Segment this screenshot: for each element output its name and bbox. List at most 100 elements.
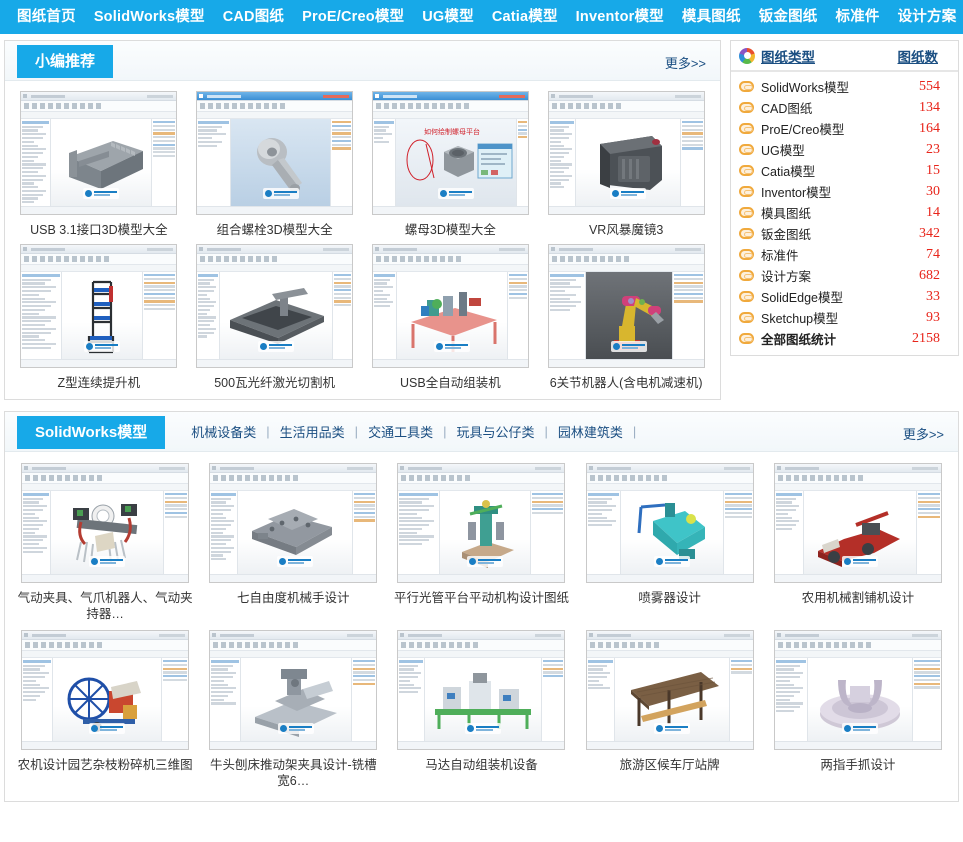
item-caption: 螺母3D模型大全 bbox=[404, 223, 496, 237]
drawing-types-list: SolidWorks模型 554 CAD图纸 134 ProE/Creo模型 1… bbox=[731, 72, 958, 355]
list-item[interactable]: USB 3.1接口3D模型大全 bbox=[11, 91, 187, 238]
nav-item-ug[interactable]: UG模型 bbox=[413, 0, 483, 34]
thumbnail-image[interactable] bbox=[196, 91, 354, 215]
thumbnail-image[interactable] bbox=[20, 91, 178, 215]
section-tag-solidworks[interactable]: SolidWorks模型 bbox=[17, 415, 166, 449]
nav-item-cad[interactable]: CAD图纸 bbox=[214, 0, 293, 34]
thumbnail-image[interactable] bbox=[585, 630, 754, 750]
sidebar-item-label: 全部图纸统计 bbox=[761, 333, 837, 347]
item-caption: 两指手抓设计 bbox=[820, 758, 896, 772]
list-item[interactable]: 两指手抓设计 bbox=[764, 630, 952, 789]
editor-recommend-panel: 小编推荐 更多>> USB 3.1接口3D模型大全 组合螺栓3D模型大全 如何绘… bbox=[4, 40, 721, 400]
thumbnail-image[interactable] bbox=[547, 91, 705, 215]
sidebar-item-sketchup[interactable]: Sketchup模型 93 bbox=[731, 307, 958, 328]
sidebar-item-inventor[interactable]: Inventor模型 30 bbox=[731, 181, 958, 202]
sidebar-item-catia[interactable]: Catia模型 15 bbox=[731, 160, 958, 181]
category-link-daily-goods[interactable]: 生活用品类 bbox=[270, 422, 355, 441]
watermark bbox=[842, 556, 879, 568]
sidebar-item-cad[interactable]: CAD图纸 134 bbox=[731, 97, 958, 118]
watermark bbox=[653, 723, 690, 735]
category-link-machinery[interactable]: 机械设备类 bbox=[181, 422, 266, 441]
thumbnail-image[interactable] bbox=[20, 244, 178, 368]
sidebar-item-mold[interactable]: 模具图纸 14 bbox=[731, 202, 958, 223]
drawing-types-title: 图纸类型 bbox=[761, 49, 815, 65]
sidebar-item-label: 标准件 bbox=[761, 249, 799, 263]
folder-icon bbox=[739, 81, 754, 92]
list-item[interactable]: VR风暴魔镜3 bbox=[538, 91, 714, 238]
watermark bbox=[610, 188, 647, 200]
category-link-transport[interactable]: 交通工具类 bbox=[358, 422, 443, 441]
thumbnail-image[interactable] bbox=[397, 463, 566, 583]
sidebar-item-solidworks[interactable]: SolidWorks模型 554 bbox=[731, 76, 958, 97]
nav-item-mold[interactable]: 模具图纸 bbox=[673, 0, 750, 34]
nav-item-standard[interactable]: 标准件 bbox=[827, 0, 889, 34]
list-item[interactable]: 气动夹具、气爪机器人、气动夹持器… bbox=[11, 463, 199, 622]
watermark bbox=[610, 341, 647, 353]
list-item[interactable]: 旅游区候车厅站牌 bbox=[576, 630, 764, 789]
sidebar-item-sheetmetal[interactable]: 钣金图纸 342 bbox=[731, 223, 958, 244]
folder-icon bbox=[739, 207, 754, 218]
folder-icon bbox=[739, 144, 754, 155]
thumbnail-image[interactable] bbox=[547, 244, 705, 368]
laser-cutter-3d-model bbox=[230, 287, 325, 344]
sidebar-item-ug[interactable]: UG模型 23 bbox=[731, 139, 958, 160]
watermark bbox=[262, 188, 299, 200]
watermark bbox=[277, 723, 314, 735]
sidebar-item-count: 164 bbox=[919, 120, 940, 136]
thumbnail-image[interactable] bbox=[196, 244, 354, 368]
sidebar-item-count: 33 bbox=[926, 288, 940, 304]
thumbnail-image[interactable] bbox=[397, 630, 566, 750]
nav-item-sheetmetal[interactable]: 钣金图纸 bbox=[750, 0, 827, 34]
list-item[interactable]: 农机设计园艺杂枝粉碎机三维图 bbox=[11, 630, 199, 789]
nav-item-design[interactable]: 设计方案 bbox=[889, 0, 963, 34]
thumbnail-image[interactable] bbox=[371, 244, 529, 368]
nav-item-catia[interactable]: Catia模型 bbox=[483, 0, 567, 34]
list-item[interactable]: 牛头刨床推动架夹具设计-铣槽宽6… bbox=[199, 630, 387, 789]
category-link-architecture[interactable]: 园林建筑类 bbox=[548, 422, 633, 441]
nav-item-inventor[interactable]: Inventor模型 bbox=[567, 0, 673, 34]
thumbnail-image[interactable] bbox=[773, 630, 942, 750]
list-item[interactable]: 七自由度机械手设计 bbox=[199, 463, 387, 622]
sidebar-item-design[interactable]: 设计方案 682 bbox=[731, 265, 958, 286]
list-item[interactable]: 组合螺栓3D模型大全 bbox=[187, 91, 363, 238]
sidebar-item-count: 14 bbox=[926, 204, 940, 220]
watermark bbox=[83, 341, 120, 353]
recommend-thumbnail-grid: USB 3.1接口3D模型大全 组合螺栓3D模型大全 如何绘制螺母平台 螺母3D… bbox=[5, 81, 720, 399]
more-link-recommend[interactable]: 更多>> bbox=[665, 53, 706, 72]
list-item[interactable]: 马达自动组装机设备 bbox=[387, 630, 575, 789]
sidebar-item-standard[interactable]: 标准件 74 bbox=[731, 244, 958, 265]
thumbnail-image[interactable] bbox=[585, 463, 754, 583]
nav-item-home[interactable]: 图纸首页 bbox=[8, 0, 85, 34]
list-item[interactable]: 如何绘制螺母平台 螺母3D模型大全 bbox=[363, 91, 539, 238]
list-item[interactable]: Z型连续提升机 bbox=[11, 244, 187, 391]
folder-icon bbox=[739, 291, 754, 302]
sidebar-item-count: 342 bbox=[919, 225, 940, 241]
list-item[interactable]: 喷雾器设计 bbox=[576, 463, 764, 622]
more-link-solidworks[interactable]: 更多>> bbox=[903, 424, 944, 443]
list-item[interactable]: 平行光管平台平动机构设计图纸 bbox=[387, 463, 575, 622]
thumbnail-image[interactable] bbox=[21, 630, 190, 750]
list-item[interactable]: 6关节机器人(含电机减速机) bbox=[538, 244, 714, 391]
thumbnail-image[interactable] bbox=[209, 630, 378, 750]
nav-item-solidworks[interactable]: SolidWorks模型 bbox=[85, 0, 214, 34]
sidebar-item-total[interactable]: 全部图纸统计 2158 bbox=[731, 328, 958, 349]
pie-chart-icon bbox=[739, 47, 755, 64]
thumbnail-image[interactable] bbox=[21, 463, 190, 583]
sidebar-item-solidedge[interactable]: SolidEdge模型 33 bbox=[731, 286, 958, 307]
thumbnail-image[interactable] bbox=[209, 463, 378, 583]
thumbnail-image[interactable] bbox=[773, 463, 942, 583]
item-caption: USB全自动组装机 bbox=[400, 376, 501, 390]
list-item[interactable]: USB全自动组装机 bbox=[363, 244, 539, 391]
thumbnail-image[interactable]: 如何绘制螺母平台 bbox=[371, 91, 529, 215]
category-link-toys[interactable]: 玩具与公仔类 bbox=[446, 422, 544, 441]
list-item[interactable]: 500瓦光纤激光切割机 bbox=[187, 244, 363, 391]
item-caption: 旅游区候车厅站牌 bbox=[619, 758, 720, 772]
item-caption: 6关节机器人(含电机减速机) bbox=[549, 376, 703, 390]
watermark bbox=[258, 341, 295, 353]
section-tag-recommend[interactable]: 小编推荐 bbox=[17, 44, 114, 78]
watermark bbox=[465, 723, 502, 735]
sidebar-item-proe-creo[interactable]: ProE/Creo模型 164 bbox=[731, 118, 958, 139]
category-links: 机械设备类 | 生活用品类 | 交通工具类 | 玩具与公仔类 | 园林建筑类 | bbox=[181, 422, 636, 441]
nav-item-proe-creo[interactable]: ProE/Creo模型 bbox=[293, 0, 413, 34]
list-item[interactable]: 农用机械割铺机设计 bbox=[764, 463, 952, 622]
